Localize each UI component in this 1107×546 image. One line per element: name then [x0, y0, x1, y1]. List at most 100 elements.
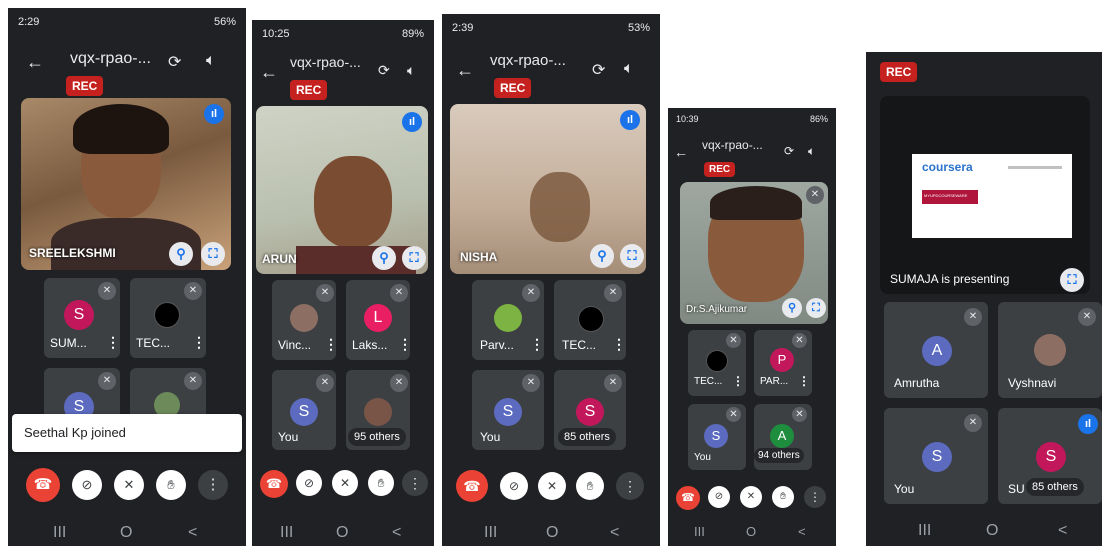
nav-recents-icon[interactable]: III [484, 524, 497, 542]
nav-back-icon[interactable]: < [392, 524, 401, 542]
fullscreen-icon[interactable]: ⛶ [402, 246, 426, 270]
end-call-button[interactable]: ☎ [260, 470, 288, 498]
nav-home-icon[interactable]: O [336, 524, 348, 542]
mic-off-button[interactable]: ✕ [332, 470, 358, 496]
camera-off-button[interactable]: ⊘ [296, 470, 322, 496]
back-arrow-icon[interactable]: ← [674, 144, 688, 160]
nav-recents-icon[interactable]: III [918, 522, 931, 540]
raise-hand-button[interactable]: ✋︎ [368, 470, 394, 496]
switch-camera-icon[interactable]: ⟳ [168, 52, 181, 72]
participant-tile[interactable]: ✕ A 94 others [754, 404, 812, 470]
nav-home-icon[interactable]: O [986, 522, 998, 540]
participant-tile[interactable]: ✕ S You [884, 408, 988, 504]
participant-tile[interactable]: ✕ TEC... ⋮ [130, 278, 206, 358]
avatar [494, 304, 522, 332]
participant-tile[interactable]: ✕ S You [472, 370, 544, 450]
speaker-icon[interactable]: 🔈︎ [206, 52, 216, 70]
more-vert-icon[interactable]: ⋮ [106, 334, 120, 351]
nav-back-icon[interactable]: < [188, 524, 197, 542]
more-vert-icon[interactable]: ⋮ [732, 374, 744, 388]
more-options-button[interactable]: ⋮ [616, 472, 644, 500]
more-options-button[interactable]: ⋮ [804, 486, 826, 508]
participant-tile[interactable]: ✕ S 85 others [554, 370, 626, 450]
more-vert-icon[interactable]: ⋮ [398, 336, 410, 353]
fullscreen-icon[interactable]: ⛶ [620, 244, 644, 268]
switch-camera-icon[interactable]: ⟳ [784, 144, 794, 158]
end-call-button[interactable]: ☎ [456, 470, 488, 502]
participant-tile[interactable]: ✕ L Laks... ⋮ [346, 280, 410, 360]
others-count[interactable]: 95 others [348, 428, 406, 446]
others-count[interactable]: 85 others [1026, 478, 1084, 496]
switch-camera-icon[interactable]: ⟳ [378, 62, 390, 79]
nav-home-icon[interactable]: O [120, 524, 132, 542]
pin-icon[interactable]: ⚲ [169, 242, 193, 266]
slide-banner: MYUPDCOURSEWARE [922, 190, 978, 204]
presentation-tile[interactable]: coursera MYUPDCOURSEWARE SUMAJA is prese… [880, 96, 1090, 294]
main-video-tile[interactable]: ıl NISHA ⚲ ⛶ [450, 104, 646, 274]
fullscreen-icon[interactable]: ⛶ [1060, 268, 1084, 292]
main-video-tile[interactable]: ✕ Dr.S.Ajikumar ⚲ ⛶ [680, 182, 828, 324]
participant-tile[interactable]: ✕ TEC... ⋮ [688, 330, 746, 396]
camera-off-button[interactable]: ⊘ [500, 472, 528, 500]
nav-home-icon[interactable]: O [546, 524, 558, 542]
main-video-tile[interactable]: ıl ARUN ⚲ ⛶ [256, 106, 428, 274]
participant-tile[interactable]: ✕ P PAR... ⋮ [754, 330, 812, 396]
pin-icon[interactable]: ⚲ [782, 298, 802, 318]
more-vert-icon[interactable]: ⋮ [612, 336, 626, 353]
raise-hand-button[interactable]: ✋︎ [576, 472, 604, 500]
participant-tile[interactable]: ✕ Vinc... ⋮ [272, 280, 336, 360]
meeting-title[interactable]: vqx-rpao-... [490, 52, 566, 69]
speaker-icon[interactable]: 🔈︎ [407, 62, 415, 79]
participant-tile[interactable]: ✕ A Amrutha [884, 302, 988, 398]
speaker-icon[interactable]: 🔈︎ [808, 144, 815, 159]
more-options-button[interactable]: ⋮ [198, 470, 228, 500]
fullscreen-icon[interactable]: ⛶ [806, 298, 826, 318]
mic-off-button[interactable]: ✕ [538, 472, 566, 500]
nav-back-icon[interactable]: < [1058, 522, 1067, 540]
meeting-title[interactable]: vqx-rpao-... [70, 50, 151, 68]
participant-tile[interactable]: ✕ S SUM... ⋮ [44, 278, 120, 358]
participant-tile[interactable]: ✕ TEC... ⋮ [554, 280, 626, 360]
more-vert-icon[interactable]: ⋮ [324, 336, 336, 353]
camera-off-button[interactable]: ⊘ [708, 486, 730, 508]
back-arrow-icon[interactable]: ← [456, 60, 474, 81]
participant-tile[interactable]: ✕ S You [272, 370, 336, 450]
back-arrow-icon[interactable]: ← [260, 62, 278, 83]
participant-tile[interactable]: ✕ Vyshnavi [998, 302, 1102, 398]
nav-recents-icon[interactable]: III [694, 524, 705, 539]
more-vert-icon[interactable]: ⋮ [192, 334, 206, 351]
switch-camera-icon[interactable]: ⟳ [592, 60, 605, 80]
main-video-tile[interactable]: ıl SREELEKSHMI ⚲ ⛶ [21, 98, 231, 270]
nav-recents-icon[interactable]: III [280, 524, 293, 542]
raise-hand-button[interactable]: ✋︎ [156, 470, 186, 500]
meeting-title[interactable]: vqx-rpao-... [702, 138, 763, 152]
end-call-button[interactable]: ☎ [26, 468, 60, 502]
participant-tile[interactable]: ✕ Parv... ⋮ [472, 280, 544, 360]
meeting-title[interactable]: vqx-rpao-... [290, 54, 361, 70]
back-arrow-icon[interactable]: ← [26, 52, 44, 73]
camera-off-button[interactable]: ⊘ [72, 470, 102, 500]
participant-tile[interactable]: ✕ 95 others [346, 370, 410, 450]
nav-home-icon[interactable]: O [746, 524, 756, 539]
avatar: S [64, 300, 94, 330]
raise-hand-button[interactable]: ✋︎ [772, 486, 794, 508]
end-call-button[interactable]: ☎ [676, 486, 700, 510]
more-vert-icon[interactable]: ⋮ [798, 374, 810, 388]
others-count[interactable]: 94 others [754, 448, 804, 463]
pin-icon[interactable]: ⚲ [372, 246, 396, 270]
participant-name: TEC... [562, 338, 597, 352]
mic-off-button[interactable]: ✕ [740, 486, 762, 508]
nav-recents-icon[interactable]: III [53, 524, 66, 542]
more-options-button[interactable]: ⋮ [402, 470, 428, 496]
others-count[interactable]: 85 others [558, 428, 616, 446]
mic-off-button[interactable]: ✕ [114, 470, 144, 500]
speaker-icon[interactable]: 🔈︎ [624, 60, 634, 78]
participant-tile[interactable]: ıl S SU 85 others [998, 408, 1102, 504]
mic-off-icon: ✕ [726, 407, 741, 422]
participant-tile[interactable]: ✕ S You [688, 404, 746, 470]
fullscreen-icon[interactable]: ⛶ [201, 242, 225, 266]
pin-icon[interactable]: ⚲ [590, 244, 614, 268]
more-vert-icon[interactable]: ⋮ [530, 336, 544, 353]
nav-back-icon[interactable]: < [610, 524, 619, 542]
nav-back-icon[interactable]: < [798, 524, 806, 539]
